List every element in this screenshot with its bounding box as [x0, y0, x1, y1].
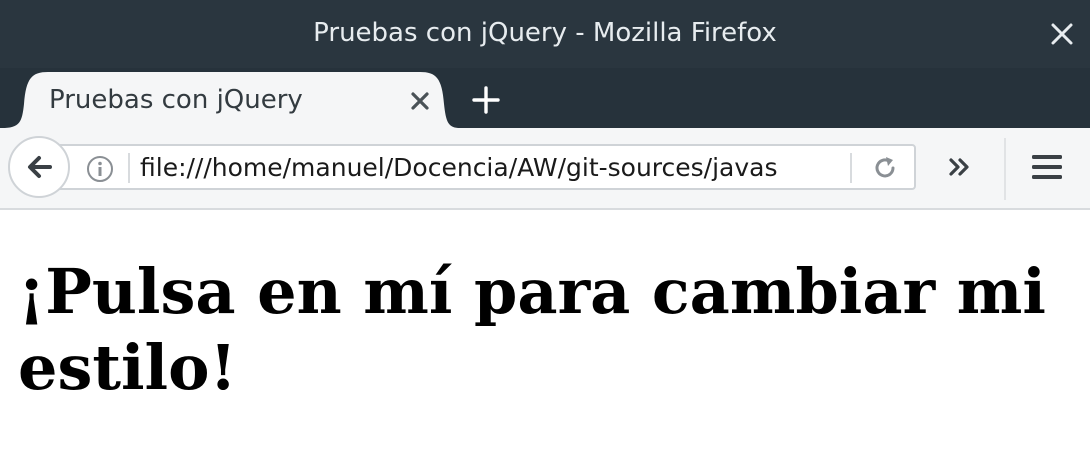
- toolbar-separator: [1004, 138, 1006, 200]
- page-heading[interactable]: ¡Pulsa en mí para cambiar mi estilo!: [18, 254, 1058, 406]
- close-icon: [411, 92, 429, 110]
- url-separator: [850, 153, 852, 183]
- reload-icon[interactable]: [872, 155, 898, 181]
- back-button[interactable]: [8, 136, 70, 198]
- window-titlebar: Pruebas con jQuery - Mozilla Firefox: [0, 0, 1090, 68]
- hamburger-menu-icon: [1032, 155, 1062, 179]
- url-text[interactable]: file:///home/manuel/Docencia/AW/git-sour…: [140, 153, 840, 182]
- open-menu-button[interactable]: [1030, 150, 1064, 188]
- window-close-button[interactable]: [1048, 20, 1076, 48]
- tab-label: Pruebas con jQuery: [49, 85, 303, 115]
- chevron-double-right-icon: [949, 158, 969, 176]
- tab-pruebas-jquery[interactable]: Pruebas con jQuery: [2, 72, 460, 128]
- close-icon: [1051, 23, 1073, 45]
- page-content: ¡Pulsa en mí para cambiar mi estilo!: [0, 210, 1090, 462]
- url-bar[interactable]: file:///home/manuel/Docencia/AW/git-sour…: [52, 144, 916, 190]
- tab-strip: Pruebas con jQuery: [0, 68, 1090, 128]
- navigation-toolbar: file:///home/manuel/Docencia/AW/git-sour…: [0, 128, 1090, 210]
- info-icon[interactable]: [86, 155, 114, 183]
- toolbar-overflow-button[interactable]: [946, 152, 976, 186]
- window-title: Pruebas con jQuery - Mozilla Firefox: [313, 18, 777, 48]
- tab-close-button[interactable]: [409, 90, 431, 112]
- new-tab-button[interactable]: [470, 84, 502, 116]
- plus-icon: [472, 86, 500, 114]
- url-separator: [128, 153, 130, 183]
- back-arrow-icon: [28, 156, 52, 178]
